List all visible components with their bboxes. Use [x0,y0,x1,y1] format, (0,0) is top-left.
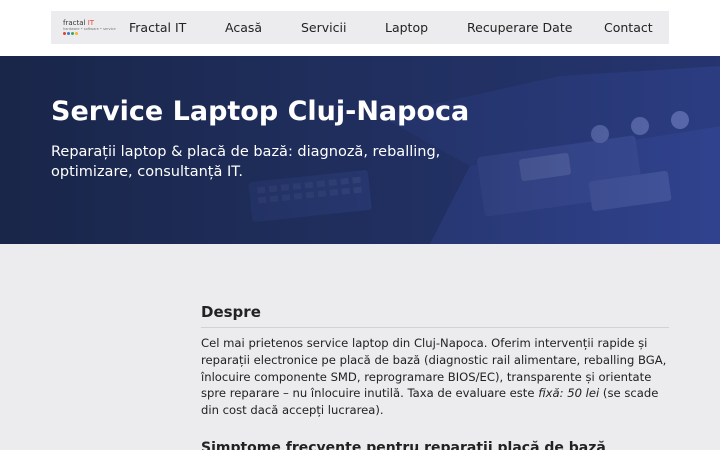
about-title: Despre [201,303,261,321]
nav-item-recuperare-date[interactable]: Recuperare Date [467,11,572,44]
about-text: Cel mai prietenos service laptop din Clu… [201,336,667,418]
nav-item-laptop[interactable]: Laptop [385,11,428,44]
hero-subtitle: Reparații laptop & placă de bază: diagno… [51,144,441,180]
logo-wordmark: fractal IT [63,19,95,27]
evaluation-fee: fixă: 50 lei [538,386,600,401]
logo-dots-icon [63,32,109,35]
nav-item-acasa[interactable]: Acasă [225,11,262,44]
fractal-it-logo[interactable]: fractal IT hardware • software • service [63,18,116,38]
top-bar: fractal IT hardware • software • service… [0,0,720,56]
hero-title: Service Laptop Cluj-Napoca [51,96,470,127]
logo-tagline: hardware • software • service [63,27,116,31]
hero-banner: Service Laptop Cluj-Napoca Reparații lap… [0,56,720,244]
section-divider [201,327,669,328]
main-nav: fractal IT hardware • software • service… [51,11,669,44]
nav-item-fractal-it[interactable]: Fractal IT [129,11,186,44]
nav-item-contact[interactable]: Contact [604,11,653,44]
nav-item-servicii[interactable]: Servicii [301,11,346,44]
symptoms-title: Simptome frecvente pentru reparații plac… [201,440,606,450]
